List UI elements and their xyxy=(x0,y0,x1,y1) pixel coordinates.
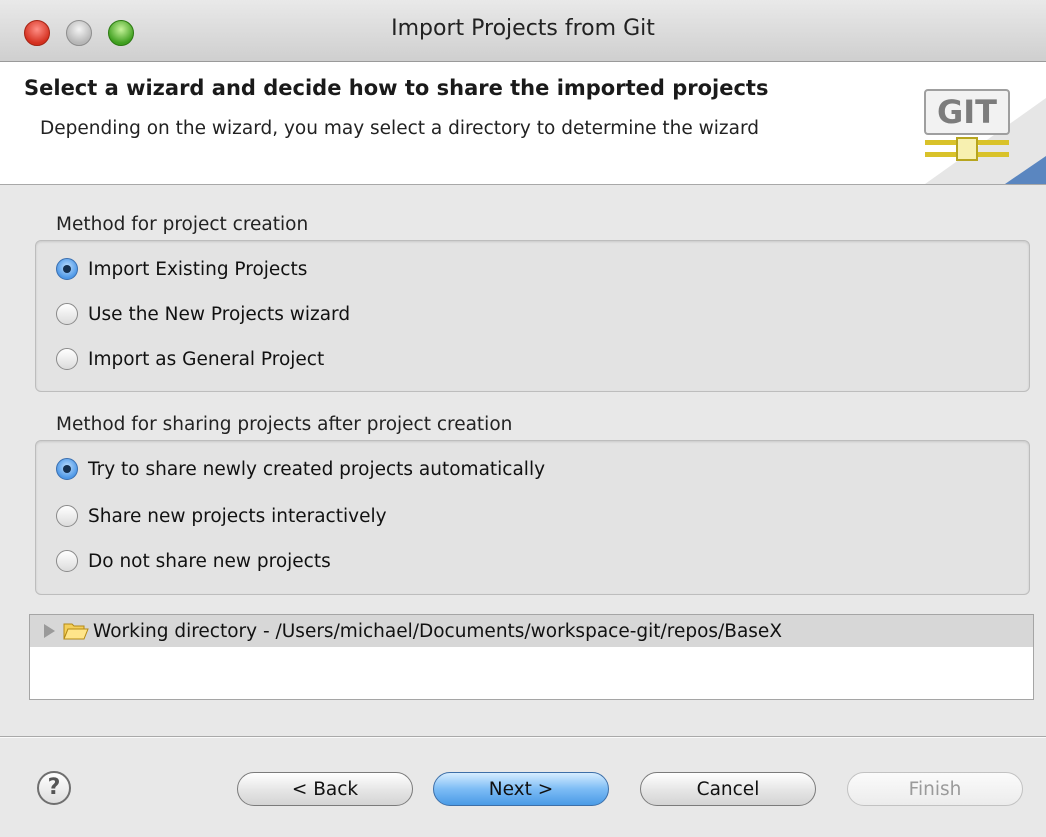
radio-share-automatically[interactable]: Try to share newly created projects auto… xyxy=(56,456,545,482)
radio-selected-icon[interactable] xyxy=(56,458,78,480)
radio-unselected-icon[interactable] xyxy=(56,505,78,527)
git-logo-text: GIT xyxy=(937,93,997,131)
wizard-title: Select a wizard and decide how to share … xyxy=(24,76,769,100)
radio-unselected-icon[interactable] xyxy=(56,303,78,325)
finish-button[interactable]: Finish xyxy=(847,772,1023,806)
radio-general-project[interactable]: Import as General Project xyxy=(56,346,324,372)
radio-import-existing[interactable]: Import Existing Projects xyxy=(56,256,307,282)
radio-label: Do not share new projects xyxy=(88,550,331,572)
window-title: Import Projects from Git xyxy=(391,16,655,41)
radio-label: Use the New Projects wizard xyxy=(88,303,351,325)
tree-row[interactable]: Working directory - /Users/michael/Docum… xyxy=(30,615,1033,647)
radio-label: Share new projects interactively xyxy=(88,505,387,527)
radio-new-projects-wizard[interactable]: Use the New Projects wizard xyxy=(56,301,350,327)
radio-selected-icon[interactable] xyxy=(56,258,78,280)
help-icon[interactable]: ? xyxy=(37,771,71,805)
radio-unselected-icon[interactable] xyxy=(56,550,78,572)
radio-unselected-icon[interactable] xyxy=(56,348,78,370)
git-logo-icon: GIT xyxy=(924,89,1046,184)
radio-share-interactively[interactable]: Share new projects interactively xyxy=(56,503,387,529)
cancel-button[interactable]: Cancel xyxy=(640,772,816,806)
tree-item-label: Working directory - /Users/michael/Docum… xyxy=(93,620,782,642)
working-directory-tree[interactable]: Working directory - /Users/michael/Docum… xyxy=(29,614,1034,700)
title-bar[interactable]: Import Projects from Git xyxy=(0,0,1046,62)
sharing-group-label: Method for sharing projects after projec… xyxy=(56,414,513,435)
next-button[interactable]: Next > xyxy=(433,772,609,806)
creation-group-label: Method for project creation xyxy=(56,214,309,235)
radio-label: Import as General Project xyxy=(88,348,325,370)
radio-label: Try to share newly created projects auto… xyxy=(88,458,546,480)
folder-icon xyxy=(63,623,89,640)
wizard-description: Depending on the wizard, you may select … xyxy=(40,118,759,139)
import-dialog: Import Projects from Git Select a wizard… xyxy=(0,0,1046,837)
wizard-header: Select a wizard and decide how to share … xyxy=(0,62,1046,185)
expand-arrow-icon[interactable] xyxy=(44,624,55,638)
radio-do-not-share[interactable]: Do not share new projects xyxy=(56,548,331,574)
radio-label: Import Existing Projects xyxy=(88,258,308,280)
divider xyxy=(0,737,1046,738)
back-button[interactable]: < Back xyxy=(237,772,413,806)
